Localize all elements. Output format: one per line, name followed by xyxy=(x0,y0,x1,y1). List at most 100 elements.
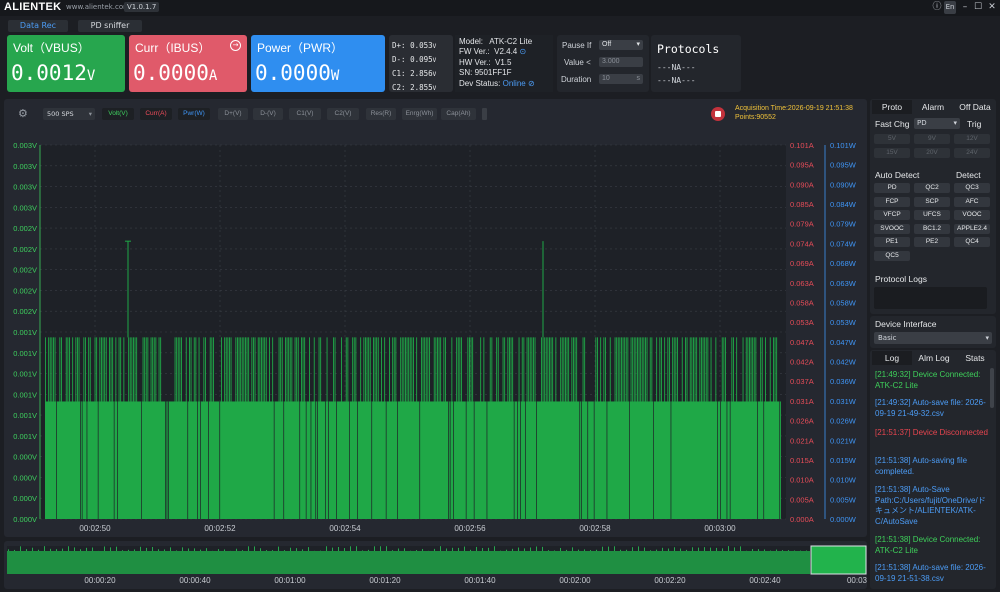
tab-alm-log[interactable]: Alm Log xyxy=(913,351,955,365)
overview-spike xyxy=(62,548,63,551)
overview-spike xyxy=(734,547,735,551)
overview-spike xyxy=(446,548,447,551)
overview-spike xyxy=(296,548,297,551)
maximize-icon[interactable]: ☐ xyxy=(971,1,985,14)
overview-spike xyxy=(422,548,423,551)
minimize-icon[interactable]: – xyxy=(958,1,972,14)
tab-off-data[interactable]: Off Data xyxy=(954,100,996,114)
overview-spike xyxy=(524,548,525,551)
protocol-button-vooc[interactable]: VOOC xyxy=(954,210,990,220)
tab-alarm[interactable]: Alarm xyxy=(913,100,953,114)
overview-spike xyxy=(674,547,675,551)
protocol-button-pe1[interactable]: PE1 xyxy=(874,237,910,247)
overview-spike xyxy=(110,547,111,551)
overview-x-tick: 00:00:40 xyxy=(179,576,211,585)
language-button[interactable]: En xyxy=(944,1,956,14)
overview-spike xyxy=(248,546,249,551)
overview-spike xyxy=(350,546,351,551)
volt-button-24v[interactable]: 24V xyxy=(954,148,990,158)
tab-proto[interactable]: Proto xyxy=(872,100,912,114)
overview-spike xyxy=(284,550,285,551)
volt-button-9v[interactable]: 9V xyxy=(914,134,950,144)
overview-x-tick: 00:02:00 xyxy=(559,576,591,585)
protocol-button-svooc[interactable]: SVOOC xyxy=(874,223,910,234)
overview-spike xyxy=(560,547,561,551)
overview-spike xyxy=(194,548,195,551)
protocol-button-afc[interactable]: AFC xyxy=(954,196,990,207)
protocol-button-fcp[interactable]: FCP xyxy=(874,196,910,207)
device-interface-label: Device Interface xyxy=(875,319,937,329)
overview-spike xyxy=(710,547,711,551)
protocol-button-scp[interactable]: SCP xyxy=(914,196,950,207)
protocol-button-qc4[interactable]: QC4 xyxy=(954,237,990,247)
overview-spike xyxy=(140,546,141,551)
protocol-button-ufcs[interactable]: UFCS xyxy=(914,210,950,220)
volt-button-15v[interactable]: 15V xyxy=(874,148,910,158)
volt-button-12v[interactable]: 12V xyxy=(954,134,990,144)
auto-detect-label: Auto Detect xyxy=(875,170,920,180)
protocol-button-apple24[interactable]: APPLE2.4 xyxy=(954,223,990,234)
overview-spike xyxy=(518,547,519,551)
trig-label: Trig xyxy=(967,119,982,129)
overview-spike xyxy=(362,550,363,551)
overview-spike xyxy=(206,548,207,551)
overview-spike xyxy=(758,549,759,551)
protocol-button-vfcp[interactable]: VFCP xyxy=(874,210,910,220)
device-interface-select[interactable]: Basic ▾ xyxy=(874,332,992,344)
overview-spike xyxy=(566,549,567,551)
close-icon[interactable]: ✕ xyxy=(985,1,999,14)
overview-spike xyxy=(158,549,159,551)
log-scrollbar[interactable] xyxy=(990,368,994,408)
overview-spike xyxy=(752,548,753,551)
overview-chart[interactable]: 00:00:20 00:00:40 00:01:00 00:01:20 00:01:40… xyxy=(0,0,870,592)
log-entry: [21:49:32] Device Connected: ATK-C2 Lite xyxy=(875,370,981,390)
overview-selection-window[interactable] xyxy=(810,545,867,575)
overview-spike xyxy=(218,549,219,551)
overview-spike xyxy=(308,547,309,551)
overview-spike xyxy=(806,550,807,551)
overview-x-tick: 00:00:20 xyxy=(84,576,116,585)
overview-spike xyxy=(32,547,33,551)
overview-spike xyxy=(686,549,687,551)
overview-spike xyxy=(608,546,609,551)
overview-spike xyxy=(146,547,147,551)
log-entry: [21:51:37] Device Disconnected xyxy=(875,428,988,437)
protocol-button-qc2[interactable]: QC2 xyxy=(914,183,950,193)
overview-spike xyxy=(164,549,165,551)
overview-spike xyxy=(356,546,357,551)
protocol-logs-label: Protocol Logs xyxy=(875,274,927,284)
overview-spike xyxy=(302,549,303,551)
overview-x-tick: 00:01:20 xyxy=(369,576,401,585)
protocol-button-pd[interactable]: PD xyxy=(874,183,910,193)
overview-spike xyxy=(86,547,87,551)
overview-spike xyxy=(602,546,603,551)
overview-spike xyxy=(170,547,171,551)
overview-spike xyxy=(50,548,51,551)
overview-spike xyxy=(152,546,153,551)
overview-spike xyxy=(440,546,441,551)
overview-spike xyxy=(434,548,435,551)
protocol-button-pe2[interactable]: PE2 xyxy=(914,237,950,247)
overview-spike xyxy=(596,549,597,551)
overview-spike xyxy=(668,548,669,551)
overview-spike xyxy=(542,546,543,551)
overview-spike xyxy=(506,549,507,551)
overview-spike xyxy=(242,550,243,551)
tab-stats[interactable]: Stats xyxy=(956,351,994,365)
overview-spike xyxy=(338,546,339,551)
overview-spike xyxy=(458,547,459,551)
tab-log[interactable]: Log xyxy=(872,351,912,365)
overview-spike xyxy=(626,549,627,551)
overview-spike xyxy=(488,547,489,551)
volt-button-20v[interactable]: 20V xyxy=(914,148,950,158)
log-entry: [21:51:38] Auto-save file: 2026-09-19 21… xyxy=(875,563,986,583)
info-icon[interactable]: ⓘ xyxy=(930,1,944,14)
protocol-button-qc5[interactable]: QC5 xyxy=(874,250,910,261)
log-entry: [21:51:38] Auto-saving file completed. xyxy=(875,456,968,476)
volt-button-5v[interactable]: 5V xyxy=(874,134,910,144)
fast-chg-select[interactable]: PD ▾ xyxy=(914,118,960,129)
protocol-button-qc3[interactable]: QC3 xyxy=(954,183,990,193)
overview-spike xyxy=(722,548,723,551)
overview-spike xyxy=(464,546,465,551)
protocol-button-bc12[interactable]: BC1.2 xyxy=(914,223,950,234)
